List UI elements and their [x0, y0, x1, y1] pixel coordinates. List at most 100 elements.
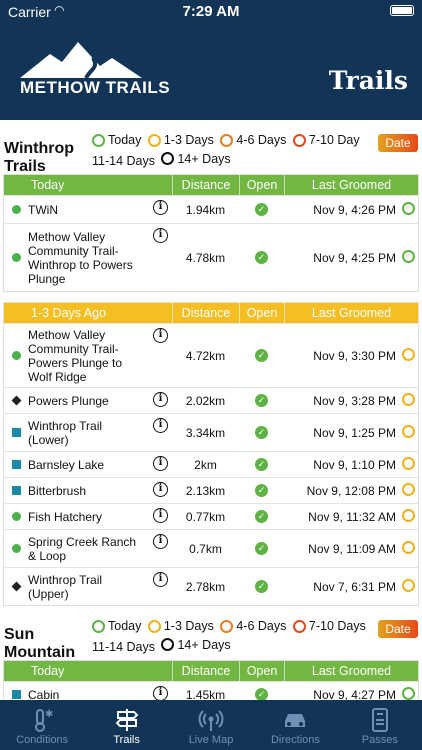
area-title: Winthrop Trails [4, 140, 75, 175]
check-icon: ✓ [255, 510, 268, 523]
intermediate-square-icon [11, 690, 21, 699]
table-header: 1-3 Days Ago Distance Open Last Groomed [4, 303, 418, 323]
expert-diamond-icon [11, 395, 21, 406]
legend-14plus: 14+ Days [161, 151, 231, 167]
app-header: Carrier ◠ 7:29 AM METHOW TRAILS Trails [0, 0, 422, 120]
info-icon[interactable]: i [153, 328, 168, 343]
status-ring-icon [402, 508, 415, 522]
easy-circle-icon [11, 544, 21, 553]
table-row[interactable]: Winthrop Trail (Upper) i 2.78km ✓ Nov 7, … [4, 567, 418, 605]
check-icon: ✓ [255, 251, 268, 264]
legend-14plus: 14+ Days [161, 637, 231, 653]
info-icon[interactable]: i [153, 482, 168, 497]
check-icon: ✓ [255, 542, 268, 555]
check-icon: ✓ [255, 688, 268, 700]
date-sort-button[interactable]: Date [378, 620, 418, 638]
trail-table-today: Today Distance Open Last Groomed TWiN i 1… [3, 174, 419, 292]
status-ring-icon [402, 578, 415, 592]
legend-7-10: 7-10 Days [292, 618, 366, 634]
easy-circle-icon [11, 351, 21, 360]
legend-today: Today [92, 132, 141, 148]
battery-icon [390, 5, 414, 16]
check-icon: ✓ [255, 458, 268, 471]
status-ring-icon [402, 347, 415, 361]
page-title: Trails [328, 66, 408, 95]
intermediate-square-icon [11, 460, 21, 469]
tab-bar: ✱ Conditions Trails Live Map Directions … [0, 700, 422, 750]
info-icon[interactable]: i [153, 200, 168, 215]
tab-passes[interactable]: Passes [338, 700, 422, 750]
table-row[interactable]: Barnsley Lake i 2km ✓ Nov 9, 1:10 PM [4, 451, 418, 477]
check-icon: ✓ [255, 203, 268, 216]
trail-table-1-3-days: 1-3 Days Ago Distance Open Last Groomed … [3, 302, 419, 606]
4-6-ring-icon [220, 133, 234, 147]
tab-live-map[interactable]: Live Map [169, 700, 253, 750]
table-row[interactable]: Bitterbrush i 2.13km ✓ Nov 9, 12:08 PM [4, 477, 418, 503]
legend: Today 1-3 Days 4-6 Days 7-10 Days 11-14 … [92, 618, 382, 655]
table-row[interactable]: TWiN i 1.94km ✓ Nov 9, 4:26 PM [4, 195, 418, 223]
today-ring-icon [92, 619, 105, 633]
info-icon[interactable]: i [153, 572, 168, 587]
legend: Today 1-3 Days 4-6 Days 7-10 Day 11-14 D… [92, 132, 382, 169]
7-10-ring-icon [292, 133, 306, 147]
4-6-ring-icon [220, 619, 234, 633]
check-icon: ✓ [255, 394, 268, 407]
legend-4-6: 4-6 Days [220, 132, 286, 148]
table-header: Today Distance Open Last Groomed [4, 175, 418, 195]
table-row[interactable]: Winthrop Trail (Lower) i 3.34km ✓ Nov 9, … [4, 413, 418, 451]
7-10-ring-icon [292, 619, 306, 633]
easy-circle-icon [11, 253, 21, 262]
legend-1-3: 1-3 Days [147, 132, 214, 148]
info-icon[interactable]: i [153, 392, 168, 407]
info-icon[interactable]: i [153, 418, 168, 433]
14plus-ring-icon [161, 152, 175, 165]
pass-card-icon [367, 706, 393, 734]
tab-directions[interactable]: Directions [253, 700, 337, 750]
status-ring-icon [402, 424, 415, 438]
thermometer-snowflake-icon: ✱ [29, 706, 55, 734]
status-ring-icon [402, 456, 415, 470]
area-header-sun-mountain: Sun Mountain Today 1-3 Days 4-6 Days 7-1… [0, 606, 422, 661]
info-icon[interactable]: i [153, 456, 168, 471]
trail-table-today: Today Distance Open Last Groomed Cabin i … [3, 660, 419, 700]
table-row[interactable]: Powers Plunge i 2.02km ✓ Nov 9, 3:28 PM [4, 387, 418, 413]
car-icon [281, 706, 309, 734]
table-row[interactable]: Cabin i 1.45km ✓ Nov 9, 4:27 PM [4, 681, 418, 700]
table-row[interactable]: Fish Hatchery i 0.77km ✓ Nov 9, 11:32 AM [4, 503, 418, 529]
status-ring-icon [402, 201, 415, 215]
logo-text: METHOW TRAILS [20, 78, 171, 97]
intermediate-square-icon [11, 486, 21, 495]
14plus-ring-icon [161, 638, 175, 651]
easy-circle-icon [11, 205, 21, 214]
status-ring-icon [402, 540, 415, 554]
info-icon[interactable]: i [153, 228, 168, 243]
info-icon[interactable]: i [153, 686, 168, 700]
check-icon: ✓ [255, 484, 268, 497]
area-title: Sun Mountain [4, 626, 76, 661]
1-3-ring-icon [147, 619, 161, 633]
signpost-icon [114, 706, 140, 734]
status-ring-icon [402, 482, 415, 496]
info-icon[interactable]: i [153, 534, 168, 549]
check-icon: ✓ [255, 580, 268, 593]
table-header: Today Distance Open Last Groomed [4, 661, 418, 681]
table-row[interactable]: Spring Creek Ranch & Loop i 0.7km ✓ Nov 9… [4, 529, 418, 567]
legend-11-14: 11-14 Days [92, 154, 155, 168]
table-row[interactable]: Methow Valley Community Trail-Powers Plu… [4, 323, 418, 387]
tab-conditions[interactable]: ✱ Conditions [0, 700, 84, 750]
date-sort-button[interactable]: Date [378, 134, 418, 152]
info-icon[interactable]: i [153, 508, 168, 523]
legend-1-3: 1-3 Days [147, 618, 214, 634]
today-ring-icon [92, 133, 105, 147]
legend-7-10: 7-10 Day [292, 132, 360, 148]
check-icon: ✓ [255, 426, 268, 439]
legend-11-14: 11-14 Days [92, 640, 155, 654]
svg-text:✱: ✱ [45, 709, 53, 720]
clock: 7:29 AM [182, 3, 240, 20]
easy-circle-icon [11, 512, 21, 521]
table-row[interactable]: Methow Valley Community Trail-Winthrop t… [4, 223, 418, 291]
trails-list[interactable]: Winthrop Trails Today 1-3 Days 4-6 Days … [0, 120, 422, 700]
status-ring-icon [402, 249, 415, 263]
tab-trails[interactable]: Trails [84, 700, 168, 750]
status-ring-icon [402, 686, 415, 700]
